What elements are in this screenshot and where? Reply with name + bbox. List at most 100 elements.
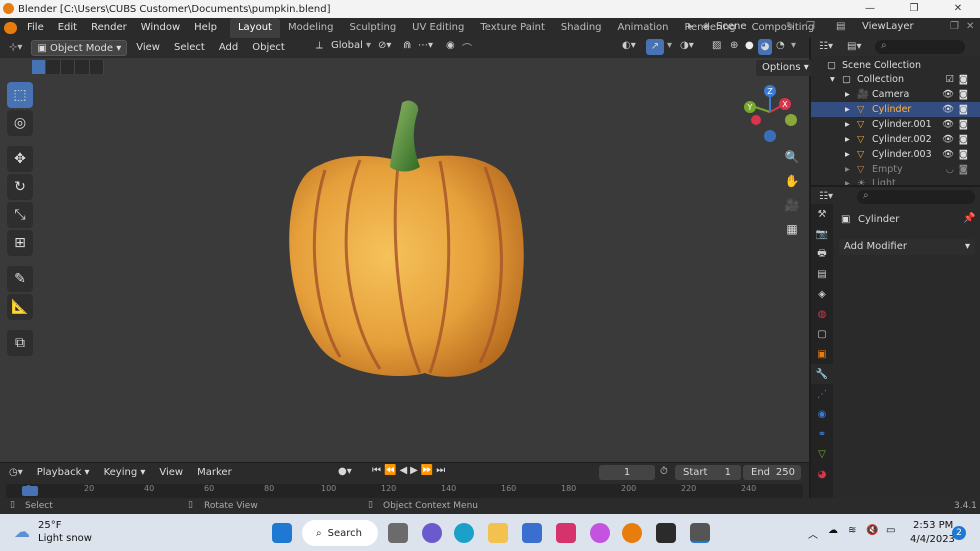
scene-tab-icon[interactable]: ◈ — [811, 284, 833, 304]
tab-shading[interactable]: Shading — [553, 18, 610, 38]
outliner-item-cylinder-003[interactable]: ▸ ▽ Cylinder.003 👁 ◙ — [811, 147, 980, 162]
add-modifier-dropdown[interactable]: Add Modifier ▾ — [839, 239, 975, 255]
physics-tab-icon[interactable]: ◉ — [811, 404, 833, 424]
tab-animation[interactable]: Animation — [610, 18, 677, 38]
tab-sculpting[interactable]: Sculpting — [341, 18, 404, 38]
eye-icon[interactable]: 👁 — [942, 117, 954, 132]
particles-tab-icon[interactable]: ⋰ — [811, 384, 833, 404]
menu-select[interactable]: Select — [169, 40, 210, 56]
pin-icon[interactable]: 📌 — [963, 213, 975, 224]
snap-icon[interactable]: ⋒ — [403, 40, 411, 51]
menu-object[interactable]: Object — [247, 40, 290, 56]
material-shading-icon[interactable]: ◕ — [758, 39, 772, 55]
eye-icon[interactable]: 👁 — [942, 147, 954, 162]
terminal-icon[interactable] — [656, 523, 676, 543]
render-icon[interactable]: ◙ — [959, 117, 968, 132]
perspective-grid-icon[interactable]: ▦ — [781, 218, 803, 240]
view-layer-tab-icon[interactable]: ▤ — [811, 264, 833, 284]
minimize-button[interactable]: — — [848, 0, 892, 18]
timeline-editor-icon[interactable]: ◷▾ — [4, 465, 28, 481]
tab-texture-paint[interactable]: Texture Paint — [472, 18, 553, 38]
select-subtract-icon[interactable] — [61, 60, 76, 74]
pivot-icon[interactable]: ⊘▾ — [378, 40, 391, 51]
move-icon[interactable]: ✥ — [7, 146, 33, 172]
expand-arrow-icon[interactable]: ▸ — [845, 132, 850, 147]
blender-taskbar-icon[interactable] — [622, 523, 642, 543]
render-icon[interactable]: ◙ — [959, 102, 968, 117]
pin-icon[interactable]: ✎ — [786, 21, 794, 32]
start-frame-field[interactable]: Start 1 — [675, 465, 741, 480]
weather-desc[interactable]: Light snow — [38, 533, 92, 544]
hidden-eye-icon[interactable]: ◡ — [946, 162, 954, 177]
creative-cloud-icon[interactable] — [556, 523, 576, 543]
camera-restrict-icon[interactable]: ◙ — [959, 72, 968, 87]
neg-x-axis-icon[interactable] — [751, 115, 761, 125]
snap-target-icon[interactable]: ⋯▾ — [418, 40, 433, 51]
render-icon[interactable]: ◙ — [959, 162, 968, 177]
outliner-editor-icon[interactable]: ☷▾ — [819, 41, 833, 52]
neg-y-axis-icon[interactable] — [785, 114, 797, 126]
gizmo-dropdown-icon[interactable]: ▾ — [667, 40, 672, 51]
maximize-button[interactable]: ❐ — [892, 0, 936, 18]
render-tab-icon[interactable]: 📷 — [811, 224, 833, 244]
render-icon[interactable]: ◙ — [959, 132, 968, 147]
tab-layout[interactable]: Layout — [229, 18, 280, 38]
volume-mute-icon[interactable]: 🔇 — [866, 525, 878, 536]
wifi-icon[interactable]: ≋ — [848, 525, 856, 536]
end-frame-field[interactable]: End 250 — [743, 465, 801, 480]
world-tab-icon[interactable]: ◍ — [811, 304, 833, 324]
xray-icon[interactable]: ▨ — [712, 40, 721, 51]
neg-z-axis-icon[interactable] — [764, 130, 776, 142]
outliner-item-cylinder-002[interactable]: ▸ ▽ Cylinder.002 👁 ◙ — [811, 132, 980, 147]
weather-temp[interactable]: 25°F — [38, 520, 61, 531]
material-tab-icon[interactable]: ◕ — [811, 464, 833, 484]
select-new-icon[interactable] — [32, 60, 47, 74]
expand-arrow-icon[interactable]: ▾ — [830, 72, 835, 87]
scene-name[interactable]: Scene — [716, 21, 747, 32]
properties-editor-icon[interactable]: ☷▾ — [819, 191, 833, 202]
properties-search-input[interactable]: ⌕ — [857, 190, 975, 204]
scale-icon[interactable]: ⤡ — [7, 202, 33, 228]
outliner-item-cylinder[interactable]: ▸ ▽ Cylinder 👁 ◙ — [811, 102, 980, 117]
new-view-layer-icon[interactable]: ❐ — [950, 21, 959, 32]
display-mode-icon[interactable]: ▤▾ — [847, 41, 861, 52]
pumpkin-model[interactable] — [280, 95, 530, 380]
cloud-icon[interactable]: ☁ — [828, 525, 838, 536]
zoom-icon[interactable]: 🔍 — [781, 146, 803, 168]
task-view-icon[interactable] — [388, 523, 408, 543]
microsoft-store-icon[interactable] — [522, 523, 542, 543]
edge-browser-icon[interactable] — [454, 523, 474, 543]
playback-controls[interactable]: ⏮⏪◀▶⏩⏭ — [372, 465, 448, 476]
clock-time[interactable]: 2:53 PM — [913, 520, 953, 531]
rendered-shading-icon[interactable]: ◔ — [776, 40, 785, 51]
app-drop-icon[interactable] — [590, 523, 610, 543]
menu-help[interactable]: Help — [187, 18, 224, 38]
transform-orientation-dropdown[interactable]: Global — [331, 40, 363, 51]
constraints-tab-icon[interactable]: ⚭ — [811, 424, 833, 444]
menu-file[interactable]: File — [20, 18, 51, 38]
marker-menu[interactable]: Marker — [192, 465, 237, 481]
add-cube-icon[interactable]: ⧉ — [7, 330, 33, 356]
outliner-search-input[interactable]: ⌕ — [875, 40, 965, 54]
snipping-tool-icon[interactable] — [690, 523, 710, 543]
keying-menu[interactable]: Keying ▾ — [99, 465, 151, 481]
scroll-arrow-icon[interactable]: ▸ — [688, 21, 693, 32]
close-button[interactable]: ✕ — [936, 0, 980, 18]
select-box-icon[interactable]: ⬚ — [7, 82, 33, 108]
menu-window[interactable]: Window — [134, 18, 187, 38]
editor-type-icon[interactable]: ⊹▾ — [4, 40, 27, 56]
falloff-icon[interactable]: ⌒ — [462, 40, 472, 55]
overlays-icon[interactable]: ◑▾ — [680, 40, 694, 51]
new-scene-icon[interactable]: ❐ — [806, 21, 815, 32]
camera-view-icon[interactable]: 🎥 — [781, 194, 803, 216]
clock-date[interactable]: 4/4/2023 — [910, 534, 955, 545]
current-frame-field[interactable]: 1 — [599, 465, 655, 480]
proportional-edit-icon[interactable]: ◉ — [446, 40, 455, 51]
rotate-icon[interactable]: ↻ — [7, 174, 33, 200]
options-dropdown[interactable]: Options ▾ — [756, 60, 815, 76]
expand-arrow-icon[interactable]: ▸ — [845, 102, 850, 117]
outliner-item-camera[interactable]: ▸ 🎥 Camera 👁 ◙ — [811, 87, 980, 102]
timeline-ruler[interactable]: 0 20 40 60 80 100 120 140 160 180 200 22… — [6, 484, 803, 498]
view-layer-name[interactable]: ViewLayer — [862, 21, 914, 32]
render-icon[interactable]: ◙ — [959, 147, 968, 162]
